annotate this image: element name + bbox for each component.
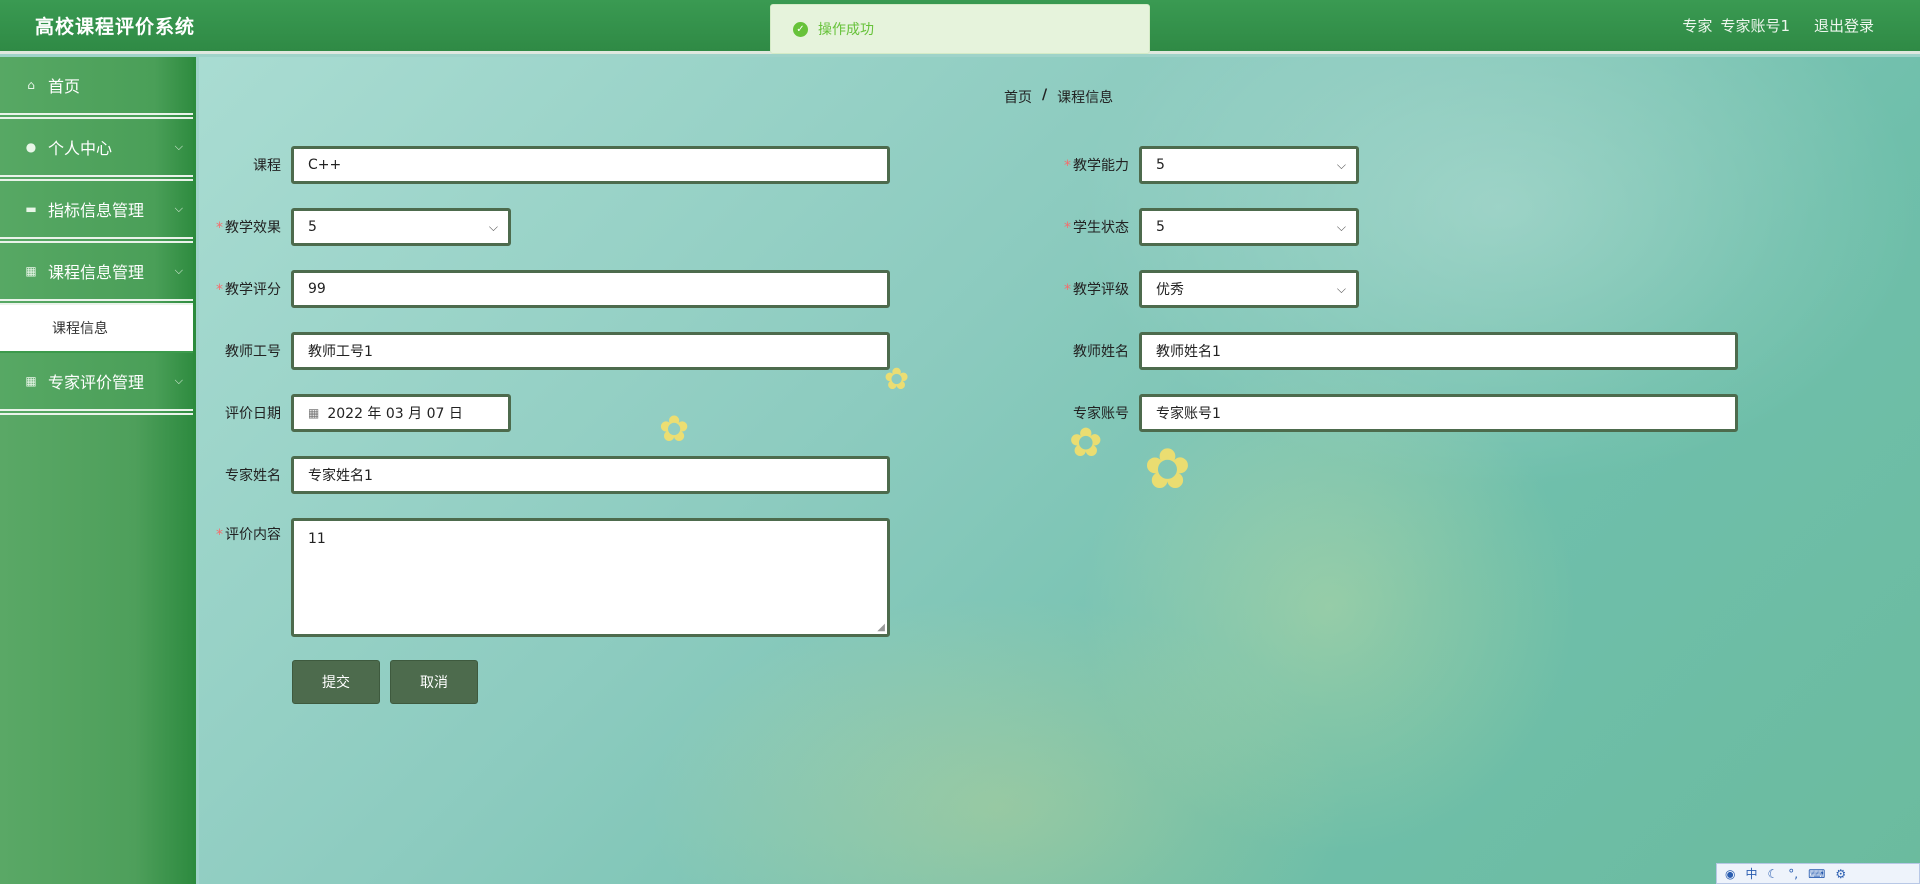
settings-icon[interactable]: ⚙ — [1835, 867, 1846, 881]
check-circle-icon: ✓ — [793, 21, 808, 37]
breadcrumb-home[interactable]: 首页 — [1004, 87, 1032, 107]
breadcrumb-current: 课程信息 — [1057, 90, 1114, 106]
chevron-down-icon: ⌵ — [174, 374, 183, 387]
teacher-id-input[interactable]: 教师工号1 — [291, 332, 890, 370]
flower-decoration: ✿ — [1144, 437, 1191, 502]
expert-account-input[interactable]: 专家账号1 — [1139, 394, 1738, 432]
breadcrumb-separator: / — [1042, 87, 1048, 103]
chevron-down-icon: ⌵ — [1336, 282, 1346, 296]
sidebar-item-home[interactable]: ⌂ 首页 — [0, 57, 193, 119]
eval-date-field: 评价日期 ▦ 2022 年 03 月 07 日 — [209, 394, 511, 432]
success-toast: ✓ 操作成功 — [770, 4, 1150, 54]
home-icon: ⌂ — [27, 78, 35, 92]
keyboard-icon[interactable]: ⌨ — [1808, 867, 1825, 881]
teaching-ability-select[interactable]: 5 ⌵ — [1139, 146, 1359, 184]
sidebar-subitem-label: 课程信息 — [52, 321, 108, 337]
student-status-select[interactable]: 5 ⌵ — [1139, 208, 1359, 246]
ime-toolbar[interactable]: ◉ 中 ☾ °, ⌨ ⚙ — [1716, 863, 1920, 884]
calendar-icon: ▦ — [308, 406, 320, 420]
teacher-id-label: 教师工号 — [225, 344, 281, 360]
logout-link[interactable]: 退出登录 — [1814, 15, 1874, 36]
user-info: 专家 专家账号1 — [1682, 15, 1790, 36]
eval-date-picker[interactable]: ▦ 2022 年 03 月 07 日 — [291, 394, 511, 432]
sidebar-item-label: 个人中心 — [48, 139, 113, 158]
user-role: 专家 — [1682, 17, 1713, 35]
teaching-effect-field: * 教学效果 5 ⌵ — [209, 208, 511, 246]
teaching-score-input[interactable]: 99 — [291, 270, 890, 308]
flower-decoration: ✿ — [659, 409, 690, 450]
submit-button[interactable]: 提交 — [292, 660, 380, 704]
expert-name-field: 专家姓名 专家姓名1 — [209, 456, 890, 494]
student-status-field: * 学生状态 5 ⌵ — [1057, 208, 1359, 246]
ime-logo-icon: ◉ — [1725, 866, 1736, 881]
chevron-down-icon: ⌵ — [174, 140, 183, 153]
expert-name-label: 专家姓名 — [225, 468, 281, 484]
teacher-id-field: 教师工号 教师工号1 — [209, 332, 890, 370]
teaching-score-label: * 教学评分 — [216, 282, 281, 298]
main-content: ✿ ✿ ✿ ✿ ✿ 首页 / 课程信息 课程 C++ *教学能力 5⌵ *教学效… — [199, 57, 1920, 884]
grid-icon: ▦ — [25, 264, 37, 278]
sidebar-item-label: 指标信息管理 — [48, 201, 145, 220]
teacher-name-input[interactable]: 教师姓名1 — [1139, 332, 1738, 370]
background-glow — [1079, 357, 1579, 857]
course-input[interactable]: C++ — [291, 146, 890, 184]
expert-account-label: 专家账号 — [1073, 406, 1129, 422]
teaching-ability-label: * 教学能力 — [1064, 158, 1129, 174]
eval-content-textarea[interactable]: 11 ◢ — [291, 518, 890, 637]
teaching-effect-select[interactable]: 5 ⌵ — [291, 208, 511, 246]
sidebar-item-personal-center[interactable]: ● 个人中心 ⌵ — [0, 119, 193, 181]
moon-icon[interactable]: ☾ — [1768, 867, 1779, 881]
breadcrumb: 首页 / 课程信息 — [1004, 87, 1113, 107]
cancel-button[interactable]: 取消 — [390, 660, 478, 704]
ime-mode[interactable]: 中 — [1745, 865, 1757, 882]
chevron-down-icon: ⌵ — [1336, 158, 1346, 172]
chevron-down-icon: ⌵ — [174, 264, 183, 277]
toast-message: 操作成功 — [818, 22, 874, 38]
teacher-name-label: 教师姓名 — [1073, 344, 1129, 360]
sidebar: ⌂ 首页 ● 个人中心 ⌵ ▬ 指标信息管理 ⌵ ▦ 课程信息管理 ⌵ 课程信息… — [0, 57, 196, 884]
expert-name-input[interactable]: 专家姓名1 — [291, 456, 890, 494]
teaching-score-field: * 教学评分 99 — [209, 270, 890, 308]
sidebar-item-indicator-management[interactable]: ▬ 指标信息管理 ⌵ — [0, 181, 193, 243]
teaching-grade-select[interactable]: 优秀 ⌵ — [1139, 270, 1359, 308]
eval-date-label: 评价日期 — [225, 406, 281, 422]
sidebar-item-label: 专家评价管理 — [48, 373, 145, 392]
punctuation-icon[interactable]: °, — [1788, 867, 1798, 881]
user-account: 专家账号1 — [1720, 17, 1790, 35]
teaching-ability-field: * 教学能力 5 ⌵ — [1057, 146, 1359, 184]
student-status-label: * 学生状态 — [1064, 220, 1129, 236]
eval-content-field: * 评价内容 11 ◢ — [209, 518, 890, 637]
teacher-name-field: 教师姓名 教师姓名1 — [1057, 332, 1738, 370]
sidebar-item-label: 课程信息管理 — [48, 263, 145, 282]
chat-icon: ▬ — [25, 202, 37, 216]
chevron-down-icon: ⌵ — [174, 202, 183, 215]
sidebar-item-expert-evaluation[interactable]: ▦ 专家评价管理 ⌵ — [0, 353, 193, 415]
course-label: 课程 — [253, 158, 281, 174]
app-title: 高校课程评价系统 — [35, 16, 196, 38]
sidebar-item-label: 首页 — [48, 77, 81, 96]
teaching-grade-field: * 教学评级 优秀 ⌵ — [1057, 270, 1359, 308]
grid-icon: ▦ — [25, 374, 37, 388]
user-area: 专家 专家账号1 退出登录 — [1682, 15, 1874, 36]
user-icon: ● — [25, 140, 37, 154]
sidebar-item-course-management[interactable]: ▦ 课程信息管理 ⌵ — [0, 243, 193, 305]
chevron-down-icon: ⌵ — [1336, 220, 1346, 234]
sidebar-subitem-course-info[interactable]: 课程信息 — [0, 305, 193, 353]
resize-handle-icon[interactable]: ◢ — [877, 622, 885, 633]
eval-content-label: * 评价内容 — [216, 527, 281, 543]
chevron-down-icon: ⌵ — [488, 220, 498, 234]
expert-account-field: 专家账号 专家账号1 — [1057, 394, 1738, 432]
teaching-grade-label: * 教学评级 — [1064, 282, 1129, 298]
course-field: 课程 C++ — [209, 146, 890, 184]
teaching-effect-label: * 教学效果 — [216, 220, 281, 236]
